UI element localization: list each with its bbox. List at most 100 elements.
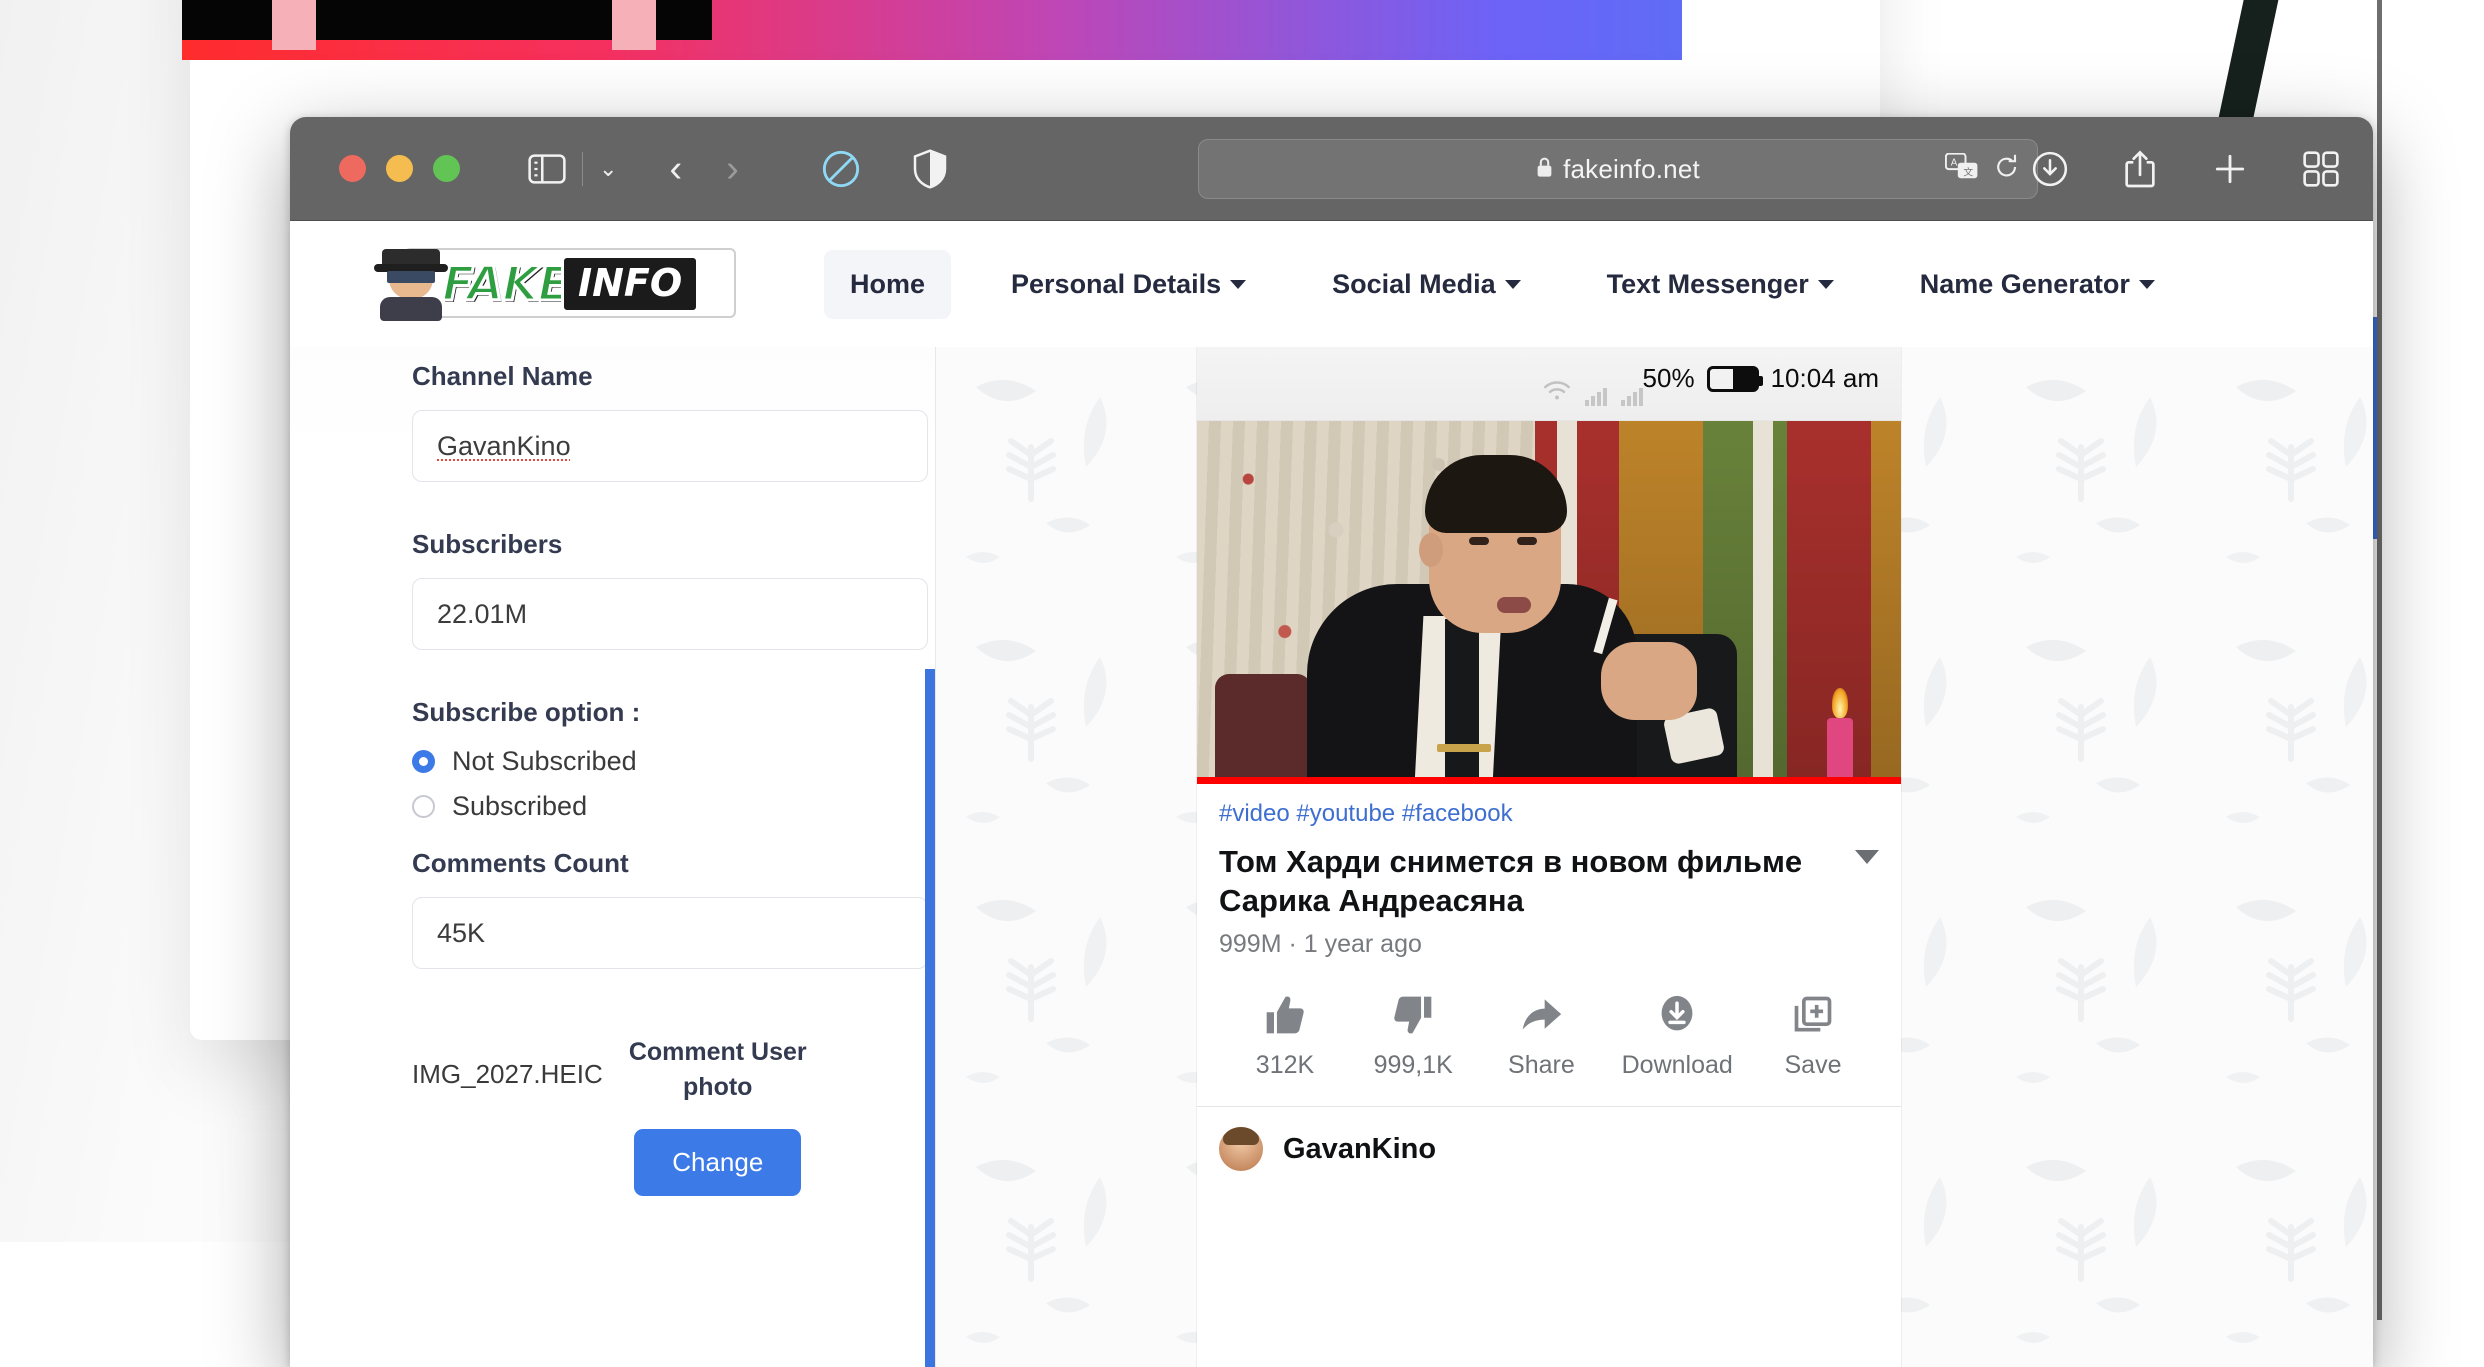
comment-user-photo-row: IMG_2027.HEIC Comment User photo Change bbox=[412, 1035, 839, 1196]
preview-column: 50% 10:04 am bbox=[936, 347, 2373, 1367]
subscribers-input[interactable]: 22.01M bbox=[412, 578, 928, 650]
battery-percent: 50% bbox=[1643, 363, 1695, 394]
radio-not-subscribed-label: Not Subscribed bbox=[452, 746, 637, 777]
comments-count-label: Comments Count bbox=[412, 848, 839, 879]
channel-avatar bbox=[1219, 1127, 1263, 1171]
plus-icon[interactable] bbox=[2211, 150, 2249, 188]
phone-preview: 50% 10:04 am bbox=[1197, 347, 1901, 1367]
channel-name: GavanKino bbox=[1283, 1133, 1436, 1166]
chevron-down-icon bbox=[2139, 280, 2155, 289]
chevron-down-icon bbox=[1230, 280, 1246, 289]
dislike-action[interactable]: 999,1K bbox=[1365, 993, 1461, 1080]
like-action[interactable]: 312K bbox=[1237, 993, 1333, 1080]
svg-text:A: A bbox=[1951, 157, 1958, 168]
no-entry-icon[interactable] bbox=[821, 149, 861, 189]
chevron-down-icon[interactable]: ⌄ bbox=[599, 156, 617, 182]
comments-count-input[interactable]: 45K bbox=[412, 897, 928, 969]
radio-subscribed[interactable]: Subscribed bbox=[412, 791, 839, 822]
radio-not-subscribed-button[interactable] bbox=[412, 750, 435, 773]
share-label: Share bbox=[1508, 1051, 1575, 1080]
nav-item-home[interactable]: Home bbox=[824, 250, 951, 319]
address-bar-text: fakeinfo.net bbox=[1563, 154, 1700, 185]
maximize-window-button[interactable] bbox=[433, 155, 460, 182]
download-label: Download bbox=[1622, 1051, 1733, 1080]
grid-icon[interactable] bbox=[2303, 151, 2339, 187]
forward-button[interactable]: › bbox=[726, 150, 739, 188]
download-circle-icon[interactable] bbox=[2031, 150, 2069, 188]
nav-item-social-media[interactable]: Social Media bbox=[1306, 250, 1547, 319]
chevron-down-icon[interactable] bbox=[1855, 850, 1879, 864]
navigation-arrows[interactable]: ‹ › bbox=[669, 150, 738, 188]
cellular-signal-icon bbox=[1585, 387, 1607, 406]
video-actions: 312K 999,1K Share bbox=[1197, 959, 1901, 1106]
close-window-button[interactable] bbox=[339, 155, 366, 182]
nav-item-text-messenger[interactable]: Text Messenger bbox=[1581, 250, 1860, 319]
toolbar-divider bbox=[582, 152, 583, 186]
radio-subscribed-button[interactable] bbox=[412, 795, 435, 818]
logo-word-info: INFO bbox=[561, 255, 699, 313]
channel-name-input[interactable]: GavanKino bbox=[412, 410, 928, 482]
nav-item-name-generator[interactable]: Name Generator bbox=[1894, 250, 2181, 319]
subscribers-value: 22.01M bbox=[437, 599, 527, 630]
chevron-down-icon bbox=[1818, 280, 1834, 289]
safari-window: ⌄ ‹ › fakeinfo.net bbox=[290, 117, 2373, 1367]
subscribe-option-label: Subscribe option : bbox=[412, 697, 839, 728]
channel-name-label: Channel Name bbox=[412, 361, 839, 392]
background-artwork bbox=[182, 0, 1682, 60]
svg-text:文: 文 bbox=[1963, 165, 1973, 178]
wifi-icon bbox=[1543, 381, 1571, 406]
chevron-down-icon bbox=[1505, 280, 1521, 289]
nav-item-personal-details[interactable]: Personal Details bbox=[985, 250, 1272, 319]
nav-label-home: Home bbox=[850, 269, 925, 300]
share-action[interactable]: Share bbox=[1493, 993, 1589, 1080]
background-right-edge bbox=[2377, 0, 2382, 1320]
dislike-count: 999,1K bbox=[1374, 1051, 1453, 1080]
translate-icon[interactable]: A 文 bbox=[1945, 153, 1979, 186]
window-controls[interactable] bbox=[339, 155, 460, 182]
reload-icon[interactable] bbox=[1995, 153, 2019, 186]
main-navigation: Home Personal Details Social Media Text … bbox=[824, 250, 2181, 319]
video-thumbnail[interactable] bbox=[1197, 421, 1901, 784]
phone-status-bar: 50% 10:04 am bbox=[1197, 347, 1901, 421]
status-bar-time: 10:04 am bbox=[1771, 363, 1879, 394]
nav-label-name-generator: Name Generator bbox=[1920, 269, 2130, 300]
lock-icon bbox=[1536, 156, 1553, 183]
form-scrollbar[interactable] bbox=[925, 669, 935, 1367]
change-photo-button[interactable]: Change bbox=[634, 1129, 801, 1196]
radio-not-subscribed[interactable]: Not Subscribed bbox=[412, 746, 839, 777]
video-title: Том Харди снимется в новом фильме Сарика… bbox=[1219, 842, 1879, 920]
comment-user-photo-caption: Comment User photo bbox=[625, 1035, 811, 1105]
page-content: Channel Name GavanKino Subscribers 22.01… bbox=[290, 347, 2373, 1367]
cellular-signal-icon-secondary bbox=[1621, 387, 1643, 406]
video-meta: #video #youtube #facebook Том Харди сним… bbox=[1197, 784, 1901, 959]
back-button[interactable]: ‹ bbox=[669, 150, 682, 188]
site-header: FAKE INFO Home Personal Details Social M… bbox=[290, 221, 2373, 347]
sidebar-toggle-icon[interactable] bbox=[528, 154, 566, 184]
address-bar[interactable]: fakeinfo.net A 文 bbox=[1198, 139, 2038, 199]
battery-icon bbox=[1707, 366, 1759, 392]
video-views-and-age: 999M · 1 year ago bbox=[1219, 930, 1879, 959]
nav-label-personal-details: Personal Details bbox=[1011, 269, 1221, 300]
minimize-window-button[interactable] bbox=[386, 155, 413, 182]
comment-user-photo-filename: IMG_2027.HEIC bbox=[412, 1035, 603, 1090]
video-progress-bar[interactable] bbox=[1197, 777, 1901, 784]
toolbar-right-actions bbox=[2031, 117, 2339, 221]
share-icon[interactable] bbox=[2123, 149, 2157, 189]
channel-name-value: GavanKino bbox=[437, 431, 571, 462]
save-action[interactable]: Save bbox=[1765, 993, 1861, 1080]
save-label: Save bbox=[1785, 1051, 1842, 1080]
privacy-shield-icon[interactable] bbox=[913, 149, 947, 189]
channel-row[interactable]: GavanKino bbox=[1197, 1107, 1901, 1171]
video-tags[interactable]: #video #youtube #facebook bbox=[1219, 800, 1879, 828]
like-count: 312K bbox=[1256, 1051, 1314, 1080]
logo-word-fake: FAKE bbox=[442, 257, 569, 312]
subscribers-label: Subscribers bbox=[412, 529, 839, 560]
download-action[interactable]: Download bbox=[1622, 993, 1733, 1080]
nav-label-text-messenger: Text Messenger bbox=[1607, 269, 1809, 300]
comments-count-value: 45K bbox=[437, 918, 485, 949]
spy-avatar-icon bbox=[374, 247, 448, 321]
form-column: Channel Name GavanKino Subscribers 22.01… bbox=[290, 347, 936, 1367]
site-logo[interactable]: FAKE INFO bbox=[374, 244, 736, 324]
nav-label-social-media: Social Media bbox=[1332, 269, 1496, 300]
browser-toolbar: ⌄ ‹ › fakeinfo.net bbox=[290, 117, 2373, 221]
